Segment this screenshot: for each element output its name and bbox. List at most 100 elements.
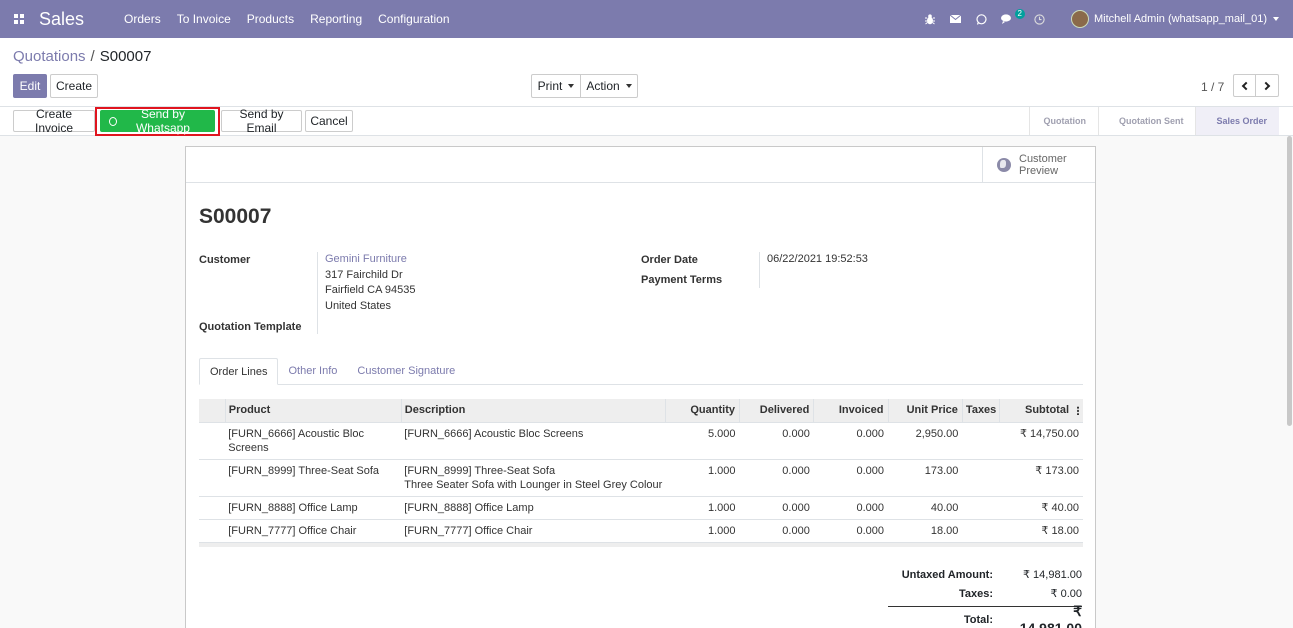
column-product[interactable]: Product xyxy=(224,399,402,422)
quotation-template-label: Quotation Template xyxy=(199,321,302,333)
print-dropdown[interactable]: Print xyxy=(531,74,581,98)
document-title: S00007 xyxy=(199,205,272,228)
customer-link[interactable]: Gemini Furniture xyxy=(325,252,416,268)
untaxed-label: Untaxed Amount: xyxy=(901,568,993,581)
cell-subtotal: ₹ 173.00 xyxy=(999,458,1083,496)
customer-preview-line2: Preview xyxy=(1019,164,1059,177)
pager-previous-button[interactable] xyxy=(1233,74,1256,97)
breadcrumb-current: S00007 xyxy=(99,48,152,65)
user-menu[interactable]: Mitchell Admin (whatsapp_mail_01) xyxy=(1094,13,1267,25)
cell-taxes xyxy=(962,421,1000,459)
stage-quotation-sent[interactable]: Quotation Sent xyxy=(1097,107,1196,135)
control-panel: Quotations / S00007 Edit Create Print Acti… xyxy=(0,38,1293,107)
cell-description: [FURN_6666] Acoustic Bloc Screens xyxy=(401,421,666,459)
caret-down-icon xyxy=(625,84,632,88)
cell-quantity: 1.000 xyxy=(665,518,740,542)
tab-other-info[interactable]: Other Info xyxy=(278,358,347,385)
chevron-right-icon xyxy=(1261,81,1271,90)
menu-item-configuration[interactable]: Configuration xyxy=(370,0,457,38)
edit-button[interactable]: Edit xyxy=(13,74,47,98)
whatsapp-icon xyxy=(109,116,117,126)
table-footer-row xyxy=(199,541,1083,547)
create-button[interactable]: Create xyxy=(50,74,98,98)
column-subtotal[interactable]: Subtotal xyxy=(999,399,1083,422)
menu-item-reporting[interactable]: Reporting xyxy=(302,0,370,38)
stage-quotation[interactable]: Quotation xyxy=(1029,107,1098,135)
table-row[interactable]: [FURN_8888] Office Lamp [FURN_8888] Offi… xyxy=(199,495,1083,519)
clock-icon[interactable] xyxy=(1027,0,1053,38)
cancel-button[interactable]: Cancel xyxy=(305,110,353,132)
column-delivered[interactable]: Delivered xyxy=(738,399,814,422)
pager-value[interactable]: 1 / 7 xyxy=(1201,80,1224,94)
scrollbar-thumb[interactable] xyxy=(1287,136,1292,426)
apps-menu-icon[interactable] xyxy=(0,0,38,38)
column-invoiced[interactable]: Invoiced xyxy=(813,399,888,422)
chevron-down-icon[interactable] xyxy=(1273,17,1279,21)
cell-unit-price: 18.00 xyxy=(888,518,963,542)
taxes-row: Taxes: ₹ 0.00 xyxy=(882,584,1082,603)
column-quantity[interactable]: Quantity xyxy=(664,399,740,422)
untaxed-value: ₹ 14,981.00 xyxy=(1023,569,1082,581)
description-line-1: [FURN_8999] Three-Seat Sofa xyxy=(404,464,556,477)
column-taxes[interactable]: Taxes xyxy=(961,399,1000,422)
cell-delivered: 0.000 xyxy=(739,458,814,496)
app-name[interactable]: Sales xyxy=(39,9,84,30)
cell-product: [FURN_7777] Office Chair xyxy=(225,518,402,542)
cell-product: [FURN_8888] Office Lamp xyxy=(225,495,402,519)
table-row[interactable]: [FURN_7777] Office Chair [FURN_7777] Off… xyxy=(199,518,1083,542)
customer-label: Customer xyxy=(199,254,251,266)
print-label: Print xyxy=(537,79,563,93)
cell-invoiced: 0.000 xyxy=(813,518,888,542)
bug-icon[interactable] xyxy=(917,0,943,38)
address-line-2: Fairfield CA 94535 xyxy=(325,284,416,296)
cell-invoiced: 0.000 xyxy=(813,458,888,496)
cell-subtotal: ₹ 40.00 xyxy=(999,495,1083,519)
whatsapp-icon[interactable] xyxy=(969,0,995,38)
user-avatar[interactable] xyxy=(1070,10,1089,28)
breadcrumb-quotations[interactable]: Quotations xyxy=(13,48,86,65)
menu-item-to-invoice[interactable]: To Invoice xyxy=(169,0,239,38)
breadcrumb: Quotations / S00007 xyxy=(13,48,151,65)
cell-unit-price: 40.00 xyxy=(888,495,963,519)
column-unit-price[interactable]: Unit Price xyxy=(887,399,963,422)
notebook-tabs: Order Lines Other Info Customer Signatur… xyxy=(199,358,1083,385)
totals-block: Untaxed Amount: ₹ 14,981.00 Taxes: ₹ 0.0… xyxy=(882,565,1082,628)
tab-order-lines[interactable]: Order Lines xyxy=(199,358,279,385)
column-description[interactable]: Description xyxy=(400,399,666,422)
envelope-icon[interactable] xyxy=(943,0,969,38)
cell-unit-price: 173.00 xyxy=(888,458,963,496)
pager-next-button[interactable] xyxy=(1256,74,1279,97)
chat-icon[interactable]: 2 xyxy=(995,0,1025,38)
handle-column xyxy=(199,399,226,422)
cell-description: [FURN_8888] Office Lamp xyxy=(401,495,666,519)
button-box: Customer Preview xyxy=(186,147,1095,183)
scrollbar[interactable] xyxy=(1285,136,1293,426)
cell-delivered: 0.000 xyxy=(739,518,814,542)
table-row[interactable]: [FURN_6666] Acoustic Bloc Screens [FURN_… xyxy=(199,421,1083,459)
row-handle xyxy=(199,518,226,542)
send-by-whatsapp-button[interactable]: Send by Whatsapp xyxy=(100,107,215,135)
cell-delivered: 0.000 xyxy=(739,495,814,519)
address-line-3: United States xyxy=(325,299,392,312)
table-header-row: Product Description Quantity Delivered I… xyxy=(199,399,1083,422)
stage-sales-order[interactable]: Sales Order xyxy=(1195,107,1279,135)
cell-unit-price: 2,950.00 xyxy=(888,421,963,459)
create-invoice-button[interactable]: Create Invoice xyxy=(13,107,95,135)
action-dropdown[interactable]: Action xyxy=(581,74,638,98)
action-label: Action xyxy=(586,79,620,93)
top-navbar: Sales Orders To Invoice Products Reporti… xyxy=(0,0,1293,38)
menu-item-orders[interactable]: Orders xyxy=(116,0,169,38)
tab-customer-signature[interactable]: Customer Signature xyxy=(347,358,465,385)
customer-preview-label: Customer Preview xyxy=(1019,153,1067,177)
description-line-2: Three Seater Sofa with Lounger in Steel … xyxy=(404,478,663,491)
optional-columns-icon[interactable] xyxy=(1077,405,1079,415)
send-by-email-button[interactable]: Send by Email xyxy=(221,107,302,135)
address-line-1: 317 Fairchild Dr xyxy=(325,268,403,281)
pager-buttons xyxy=(1233,74,1279,97)
table-row[interactable]: [FURN_8999] Three-Seat Sofa [FURN_8999] … xyxy=(199,458,1083,496)
globe-icon xyxy=(997,157,1011,172)
cell-quantity: 5.000 xyxy=(665,421,740,459)
taxes-value: ₹ 0.00 xyxy=(1050,588,1082,600)
menu-item-products[interactable]: Products xyxy=(239,0,302,38)
customer-preview-button[interactable]: Customer Preview xyxy=(982,147,1095,182)
